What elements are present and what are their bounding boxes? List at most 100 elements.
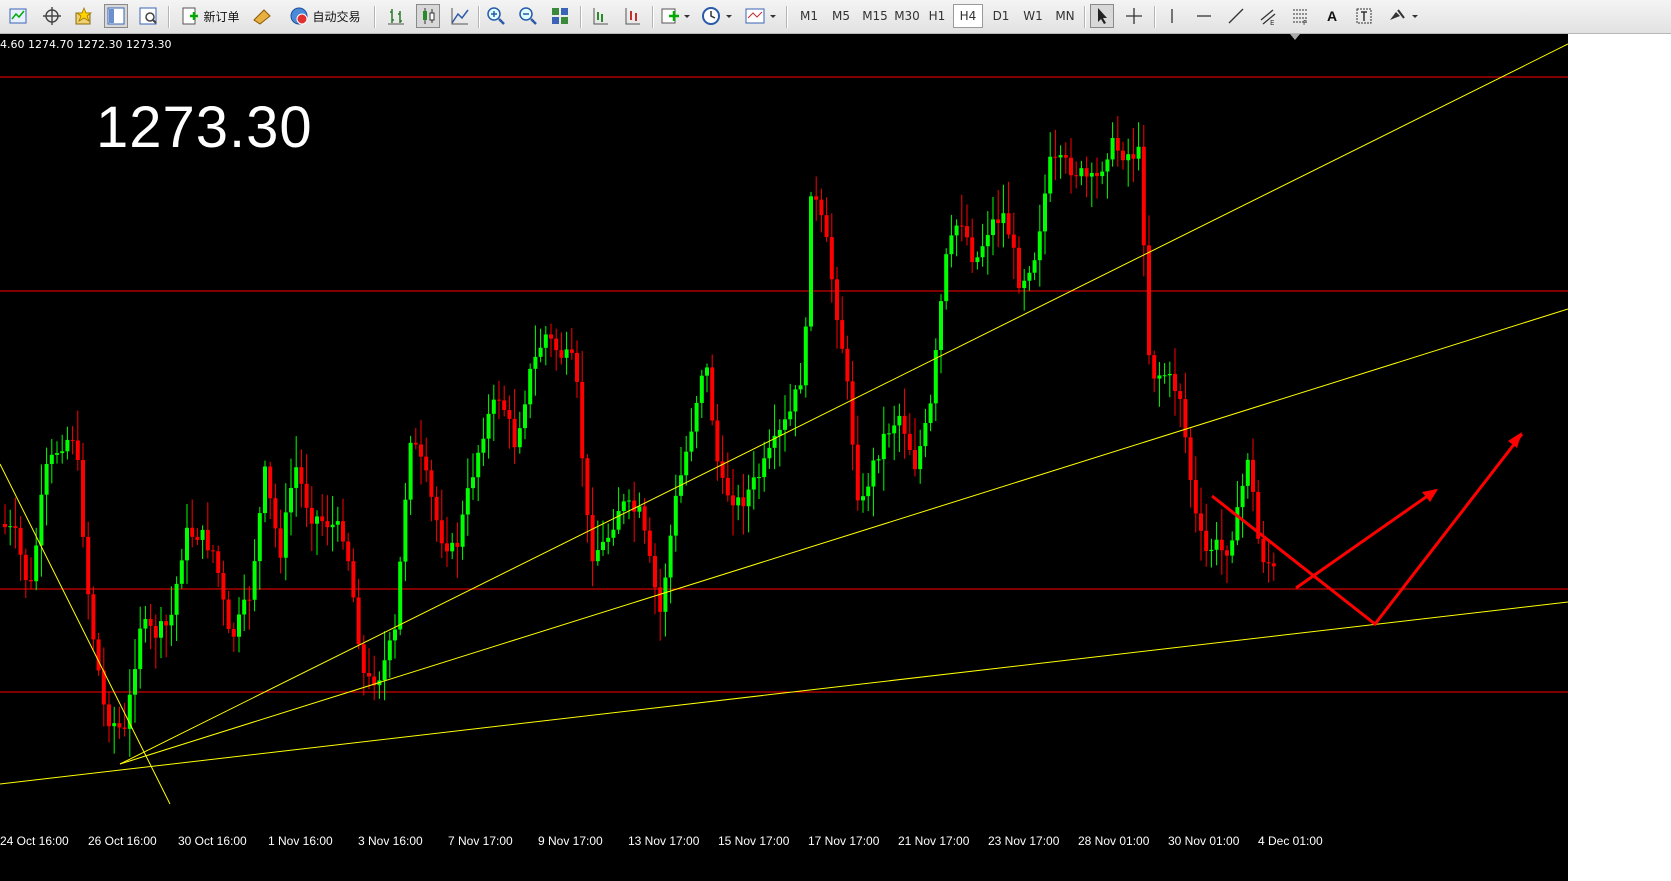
candle-body (65, 439, 70, 452)
candlestick-icon[interactable] (416, 4, 440, 28)
line-chart-icon[interactable] (448, 4, 472, 28)
auto-trading-button[interactable]: 自动交易 (282, 4, 368, 28)
periods-icon[interactable] (698, 4, 736, 28)
candle-body (554, 338, 559, 351)
candle-body (476, 452, 481, 478)
meta-editor-icon[interactable] (250, 4, 274, 28)
candle-body (1136, 146, 1141, 159)
ohlc-readout: 4.60 1274.70 1272.30 1273.30 (0, 38, 172, 51)
candle-body (403, 499, 408, 562)
vertical-line-icon[interactable] (1160, 4, 1184, 28)
crosshair-tool-icon[interactable] (1122, 4, 1146, 28)
candle-body (512, 418, 517, 448)
profiles-icon[interactable] (72, 4, 96, 28)
candle-body (185, 527, 189, 561)
bar-chart-icon[interactable] (384, 4, 408, 28)
crosshair-icon[interactable] (40, 4, 64, 28)
candle-body (944, 254, 949, 302)
timeframe-mn[interactable]: MN (1050, 4, 1080, 28)
indicators-icon[interactable] (658, 4, 692, 28)
candle-body (835, 279, 839, 321)
trendline-icon[interactable] (1224, 4, 1248, 28)
navigator-icon[interactable] (104, 4, 128, 28)
horizontal-line-icon[interactable] (1192, 4, 1216, 28)
candle-body (361, 644, 366, 674)
timeframe-m15[interactable]: M15 (858, 4, 892, 28)
candle-body (673, 495, 678, 536)
timeframe-m30[interactable]: M30 (890, 4, 924, 28)
candle-body (112, 723, 117, 727)
equidistant-channel-icon[interactable]: E (1256, 4, 1280, 28)
candle-body (491, 399, 496, 414)
timeframe-d1[interactable]: D1 (986, 4, 1016, 28)
cursor-icon[interactable] (1090, 4, 1114, 28)
candle-body (616, 511, 621, 530)
templates-icon[interactable] (742, 4, 780, 28)
candle-body (1251, 459, 1255, 492)
candle-body (387, 640, 392, 661)
time-axis-label: 1 Nov 16:00 (268, 834, 333, 848)
zoom-out-icon[interactable] (516, 4, 540, 28)
candle-body (824, 215, 829, 238)
candle-body (741, 497, 746, 507)
candle-body (195, 536, 200, 540)
candle-body (86, 536, 91, 595)
fibonacci-icon[interactable]: F (1288, 4, 1312, 28)
candle-body (1199, 513, 1203, 531)
candle-body (809, 196, 813, 327)
tile-windows-icon[interactable] (548, 4, 572, 28)
candle-body (424, 456, 429, 471)
candle-body (315, 516, 319, 524)
candle-body (710, 367, 715, 421)
time-axis-label: 13 Nov 17:00 (628, 834, 700, 848)
text-label-icon[interactable] (1352, 4, 1376, 28)
terminal-icon[interactable] (136, 4, 160, 28)
zoom-in-icon[interactable] (484, 4, 508, 28)
candle-body (627, 500, 631, 502)
timeframe-h1[interactable]: H1 (922, 4, 952, 28)
candle-body (1271, 563, 1276, 567)
auto-scroll-icon[interactable] (620, 4, 644, 28)
time-axis-label: 23 Nov 17:00 (988, 834, 1060, 848)
candle-body (689, 431, 694, 452)
new-order-label: 新订单 (203, 9, 240, 24)
timeframe-m5[interactable]: M5 (826, 4, 856, 28)
candle-body (959, 225, 964, 227)
candle-body (1121, 150, 1125, 161)
candle-body (242, 599, 247, 615)
candle-body (133, 669, 137, 695)
candle-body (299, 467, 304, 484)
candle-body (1032, 260, 1037, 273)
timeframe-h4[interactable]: H4 (953, 4, 983, 28)
candle-body (205, 529, 210, 551)
candle-body (954, 225, 959, 236)
arrows-icon[interactable] (1384, 4, 1422, 28)
candle-body (751, 477, 756, 490)
candle-body (1266, 562, 1271, 564)
candle-body (497, 399, 501, 401)
candle-body (1240, 485, 1245, 508)
candle-body (1204, 530, 1209, 552)
candle-body (970, 237, 975, 263)
candle-body (237, 614, 241, 637)
candle-body (460, 514, 465, 547)
candle-body (1110, 137, 1115, 160)
candle-body (393, 629, 397, 641)
timeframe-m1[interactable]: M1 (794, 4, 824, 28)
new-order-button[interactable]: 新订单 (174, 4, 246, 28)
candle-body (309, 507, 314, 524)
time-axis-label: 17 Nov 17:00 (808, 834, 880, 848)
price-chart[interactable]: 4.60 1274.70 1272.30 1273.30 1273.30 (0, 34, 1568, 828)
candle-body (221, 572, 226, 600)
candle-body (1261, 538, 1266, 563)
chart-shift-icon[interactable] (588, 4, 612, 28)
candle-body (257, 513, 262, 562)
candle-body (1131, 154, 1136, 159)
candle-body (18, 528, 23, 555)
candle-body (1053, 156, 1058, 158)
new-chart-icon[interactable] (6, 4, 30, 28)
candle-body (367, 673, 371, 677)
timeframe-w1[interactable]: W1 (1018, 4, 1048, 28)
text-icon[interactable]: A (1320, 4, 1344, 28)
new-order-icon (182, 7, 199, 25)
